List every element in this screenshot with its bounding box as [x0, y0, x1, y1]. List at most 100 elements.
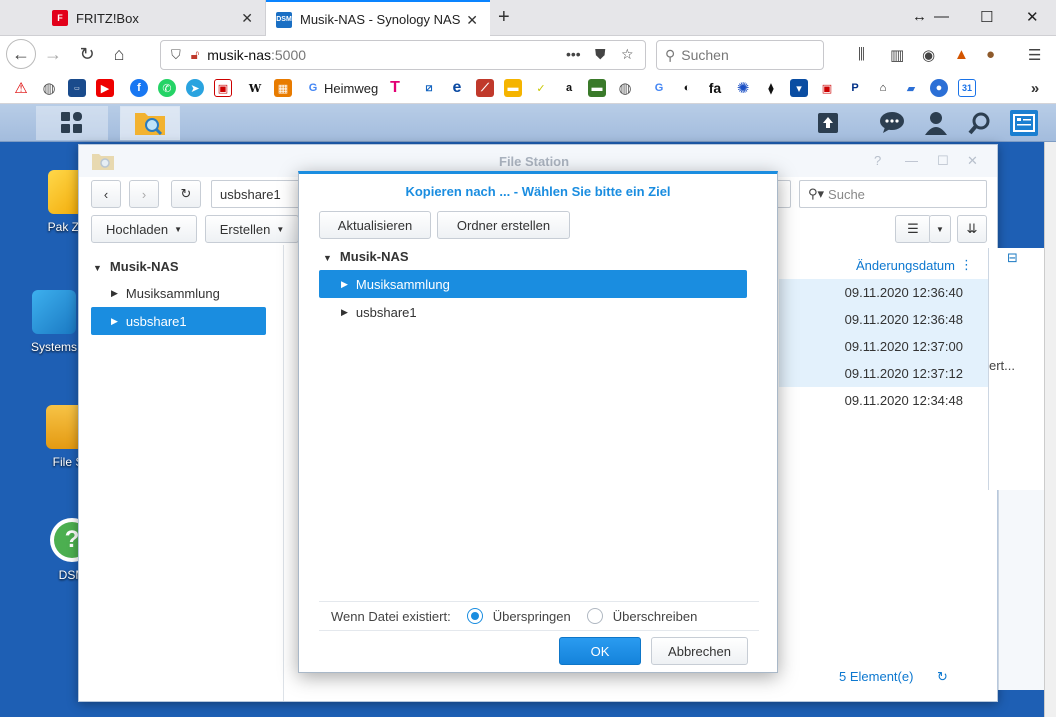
cookie-extension-icon[interactable]: ●	[986, 46, 995, 63]
wikipedia-bookmark-icon[interactable]: W	[246, 79, 264, 97]
refresh-button[interactable]: Aktualisieren	[319, 211, 431, 239]
url-bar[interactable]: ⛉ 🔓︎ musik-nas:5000 ••• ⛊ ☆	[160, 40, 646, 70]
cancel-button[interactable]: Abbrechen	[651, 637, 748, 665]
youtube-bookmark-icon[interactable]: ▶	[96, 79, 114, 97]
bookmark-icon[interactable]: ●	[930, 79, 948, 97]
new-tab-icon[interactable]: +	[498, 6, 510, 29]
account-icon[interactable]: ◉	[922, 46, 935, 64]
whatsapp-bookmark-icon[interactable]: ✆	[158, 79, 176, 97]
extension-icon[interactable]: ▲	[954, 46, 969, 63]
notifications-button[interactable]	[878, 110, 906, 136]
warning-bookmark-icon[interactable]: ⚠	[12, 79, 30, 97]
paypal-bookmark-icon[interactable]: P	[846, 79, 864, 97]
bookmark-icon[interactable]: ▭	[68, 79, 86, 97]
taskbar-file-station-button[interactable]	[120, 106, 180, 140]
minimize-window-icon[interactable]: —	[934, 8, 949, 25]
google-bookmark-icon[interactable]: G	[650, 79, 668, 97]
bookmark-icon[interactable]: ▰	[902, 79, 920, 97]
amazon-bookmark-icon[interactable]: a	[560, 79, 578, 97]
dialog-tree-root[interactable]: ▼ Musik-NAS	[323, 249, 409, 264]
help-icon[interactable]: ?	[874, 153, 881, 168]
table-row[interactable]: 09.11.2020 12:34:48	[779, 387, 989, 414]
forward-button[interactable]: →	[38, 39, 68, 69]
sidebar-icon[interactable]: ▥	[890, 46, 904, 64]
tree-item-usbshare1[interactable]: ▶ usbshare1	[91, 307, 266, 335]
dsm-main-menu-button[interactable]	[36, 106, 108, 140]
bookmark-icon[interactable]: ⧄	[420, 79, 438, 97]
globe-bookmark-icon[interactable]: ◍	[40, 79, 58, 97]
column-header-modified[interactable]: Änderungsdatum ⋮	[779, 253, 989, 279]
bookmark-icon[interactable]: ▣	[818, 79, 836, 97]
upload-queue-button[interactable]	[814, 110, 842, 136]
tree-root[interactable]: ▼ Musik-NAS	[93, 259, 179, 274]
ok-button[interactable]: OK	[559, 637, 641, 665]
close-tab-icon[interactable]: ✕	[466, 12, 478, 29]
table-row[interactable]: 09.11.2020 12:36:48	[779, 306, 989, 333]
bookmark-icon[interactable]: ◐	[678, 79, 696, 97]
bookmark-icon[interactable]: ⧫	[762, 79, 780, 97]
back-button[interactable]: ‹	[91, 180, 121, 208]
dialog-tree-item-usbshare1[interactable]: ▶ usbshare1	[319, 298, 747, 326]
close-tab-icon[interactable]: ✕	[241, 10, 253, 27]
more-actions-icon[interactable]: •••	[566, 46, 581, 62]
overwrite-radio[interactable]	[586, 608, 603, 624]
forward-button[interactable]: ›	[129, 180, 159, 208]
telekom-bookmark-icon[interactable]: T	[386, 79, 404, 97]
table-row[interactable]: 09.11.2020 12:37:12	[779, 360, 989, 387]
table-row[interactable]: 09.11.2020 12:36:40	[779, 279, 989, 306]
widgets-button[interactable]	[1010, 110, 1038, 136]
bookmark-icon[interactable]: ⌂	[874, 79, 892, 97]
bookmark-icon[interactable]: ▦	[274, 79, 292, 97]
maximize-window-icon[interactable]: ☐	[980, 8, 993, 26]
tree-item-musiksammlung[interactable]: ▶ Musiksammlung	[91, 279, 266, 307]
resize-icon[interactable]: ↔	[912, 8, 927, 25]
facebook-bookmark-icon[interactable]: f	[130, 79, 148, 97]
table-row[interactable]: 09.11.2020 12:37:00	[779, 333, 989, 360]
bookmark-star-icon[interactable]: ☆	[621, 46, 634, 63]
browser-search-input[interactable]: ⚲ Suchen	[656, 40, 824, 70]
page-scrollbar[interactable]	[1044, 142, 1056, 717]
more-bookmarks-icon[interactable]: »	[1026, 79, 1044, 97]
overwrite-label[interactable]: Überschreiben	[613, 609, 698, 624]
bookmark-icon[interactable]: fa	[706, 79, 724, 97]
bookmark-icon[interactable]: ▬	[504, 79, 522, 97]
bookmark-icon[interactable]: ⟋	[476, 79, 494, 97]
sort-button[interactable]: ⇊	[957, 215, 987, 243]
edge-bookmark-icon[interactable]: e	[448, 79, 466, 97]
bookmark-icon[interactable]: ▣	[214, 79, 232, 97]
create-button[interactable]: Erstellen ▼	[205, 215, 299, 243]
column-options-icon[interactable]: ⋮	[960, 257, 973, 273]
view-mode-dropdown[interactable]: ▼	[929, 215, 951, 243]
view-mode-button[interactable]: ☰	[895, 215, 931, 243]
back-button[interactable]: ←	[6, 39, 36, 69]
file-search-input[interactable]: ⚲▾ Suche	[799, 180, 987, 208]
globe-bookmark-icon[interactable]: ◍	[616, 79, 634, 97]
refresh-icon[interactable]: ↻	[937, 669, 948, 684]
dialog-tree-item-musiksammlung[interactable]: ▶ Musiksammlung	[319, 270, 747, 298]
skip-label[interactable]: Überspringen	[493, 609, 571, 624]
maximize-icon[interactable]: ☐	[937, 153, 949, 169]
upload-button[interactable]: Hochladen ▼	[91, 215, 197, 243]
bookmark-icon[interactable]: ▾	[790, 79, 808, 97]
skip-radio[interactable]	[466, 608, 483, 624]
pocket-icon[interactable]: ⛊	[595, 46, 606, 63]
reload-button[interactable]: ↻	[72, 39, 102, 69]
minimize-icon[interactable]: —	[905, 153, 918, 168]
menu-icon[interactable]: ☰	[1028, 46, 1041, 64]
dsm-search-button[interactable]	[966, 110, 994, 136]
create-folder-button[interactable]: Ordner erstellen	[437, 211, 570, 239]
calendar-bookmark-icon[interactable]: 31	[958, 79, 976, 97]
library-icon[interactable]: ⫼	[858, 46, 865, 63]
desktop-icon-system[interactable]: Systems	[24, 290, 84, 354]
bookmark-heimweg[interactable]: Heimweg	[324, 81, 378, 96]
bookmark-icon[interactable]: ✺	[734, 79, 752, 97]
close-icon[interactable]: ✕	[967, 153, 978, 169]
refresh-button[interactable]: ↻	[171, 180, 201, 208]
user-menu-button[interactable]	[922, 110, 950, 136]
bookmark-icon[interactable]: ▬	[588, 79, 606, 97]
google-bookmark-icon[interactable]: G	[304, 79, 322, 97]
close-window-icon[interactable]: ✕	[1026, 8, 1039, 26]
telegram-bookmark-icon[interactable]: ➤	[186, 79, 204, 97]
tab-musik-nas[interactable]: DSM Musik-NAS - Synology NAS ✕	[266, 0, 490, 37]
bookmark-icon[interactable]: ✓	[532, 79, 550, 97]
